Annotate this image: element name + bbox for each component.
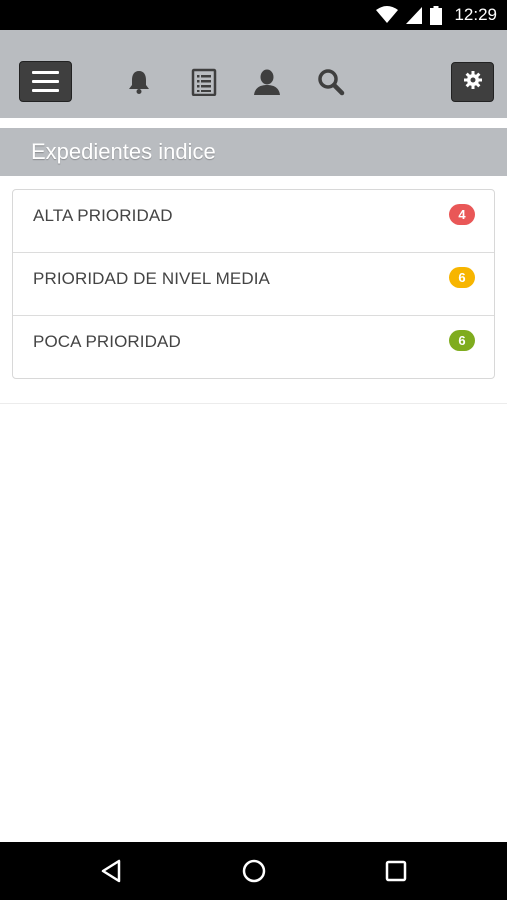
battery-icon (430, 5, 443, 25)
priority-label: POCA PRIORIDAD (33, 332, 181, 351)
menu-line (32, 80, 59, 83)
count-badge: 6 (449, 267, 475, 288)
menu-line (32, 89, 59, 92)
priority-label: ALTA PRIORIDAD (33, 206, 173, 225)
count-badge: 6 (449, 330, 475, 351)
gear-icon (463, 70, 482, 94)
search-icon[interactable] (317, 68, 345, 96)
menu-line (32, 71, 59, 74)
priority-item-media[interactable]: PRIORIDAD DE NIVEL MEDIA 6 (13, 253, 494, 316)
hamburger-menu-button[interactable] (19, 61, 72, 102)
navigation-bar (0, 842, 507, 900)
home-icon[interactable] (239, 856, 269, 886)
toolbar (0, 30, 507, 118)
signal-icon (406, 6, 423, 24)
back-icon[interactable] (97, 856, 127, 886)
section-title: Expedientes indice (0, 128, 507, 176)
recents-icon[interactable] (381, 856, 411, 886)
status-bar: 12:29 (0, 0, 507, 30)
settings-button[interactable] (451, 62, 494, 102)
list-icon[interactable] (190, 68, 218, 96)
user-icon[interactable] (253, 68, 281, 96)
priority-label: PRIORIDAD DE NIVEL MEDIA (33, 269, 270, 288)
priority-item-poca[interactable]: POCA PRIORIDAD 6 (13, 316, 494, 378)
wifi-icon (376, 6, 399, 24)
priority-item-alta[interactable]: ALTA PRIORIDAD 4 (13, 190, 494, 253)
count-badge: 4 (449, 204, 475, 225)
clock: 12:29 (454, 5, 497, 24)
bell-icon[interactable] (125, 68, 153, 96)
divider (0, 403, 507, 404)
priority-list: ALTA PRIORIDAD 4 PRIORIDAD DE NIVEL MEDI… (12, 189, 495, 379)
